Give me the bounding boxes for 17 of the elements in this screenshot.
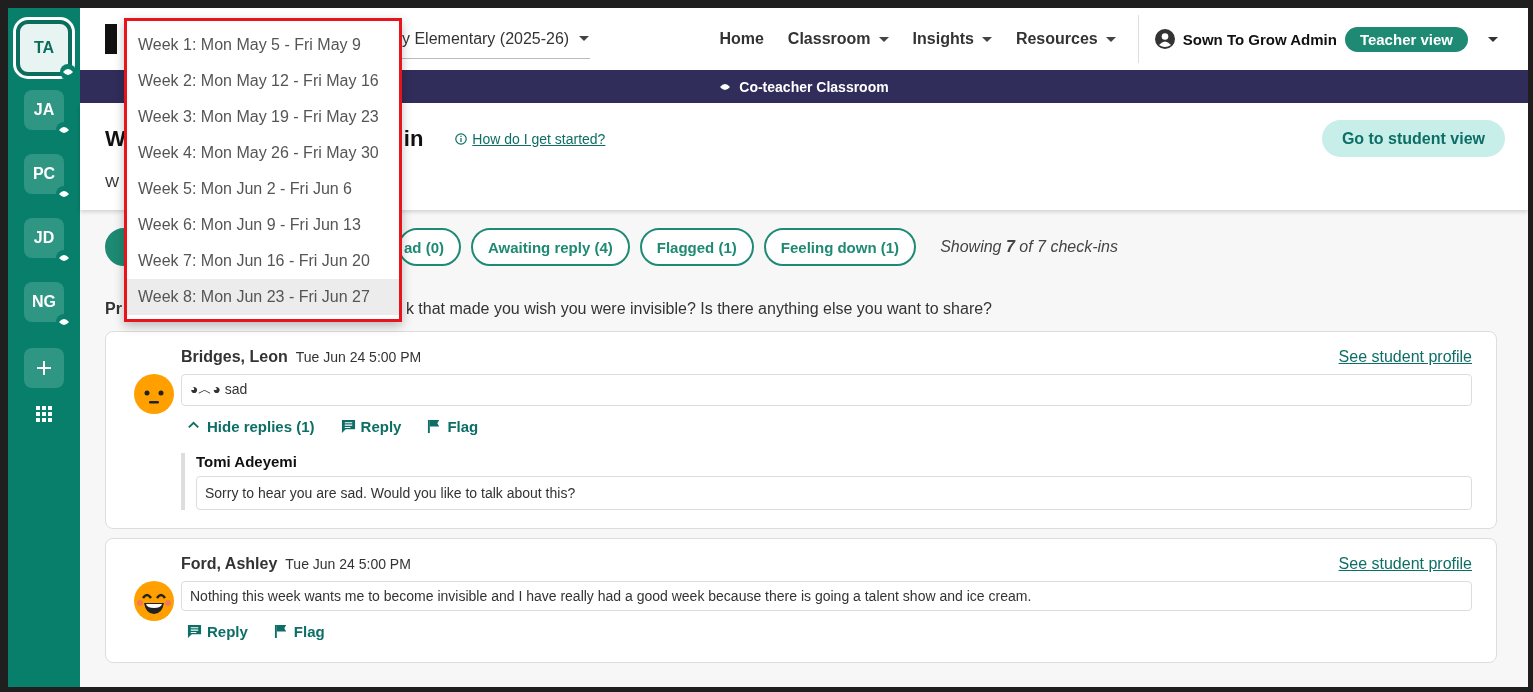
checkin-time: Tue Jun 24 5:00 PM bbox=[285, 556, 411, 572]
banner-text: Co-teacher Classroom bbox=[739, 78, 889, 95]
student-name: Bridges, Leon bbox=[181, 348, 288, 366]
page-title: in bbox=[403, 125, 424, 152]
user-name: Sown To Grow Admin bbox=[1182, 30, 1337, 48]
prompt-label: Pr bbox=[105, 300, 122, 318]
checkin-time: Tue Jun 24 5:00 PM bbox=[295, 349, 422, 365]
prompt-text: k that made you wish you were invisible? Is there anything else you want to share? bbox=[405, 300, 992, 318]
result-count: Showing 7 of 7 check-ins bbox=[940, 238, 1118, 256]
page-subtitle: W bbox=[105, 173, 120, 190]
reply-author: Tomi Adeyemi bbox=[196, 453, 298, 470]
page-title: W bbox=[105, 125, 126, 152]
view-badge: Teacher view bbox=[1344, 26, 1468, 52]
student-name: Ford, Ashley bbox=[181, 555, 278, 573]
reply-text: Sorry to hear you are sad. Would you like to talk about this? bbox=[196, 476, 1472, 510]
answer-text: ◕︿◕ sad bbox=[181, 374, 1472, 406]
answer-text: Nothing this week wants me to become invisible and I have really had a good week because there is going a talent show and ice cream. bbox=[181, 581, 1472, 611]
